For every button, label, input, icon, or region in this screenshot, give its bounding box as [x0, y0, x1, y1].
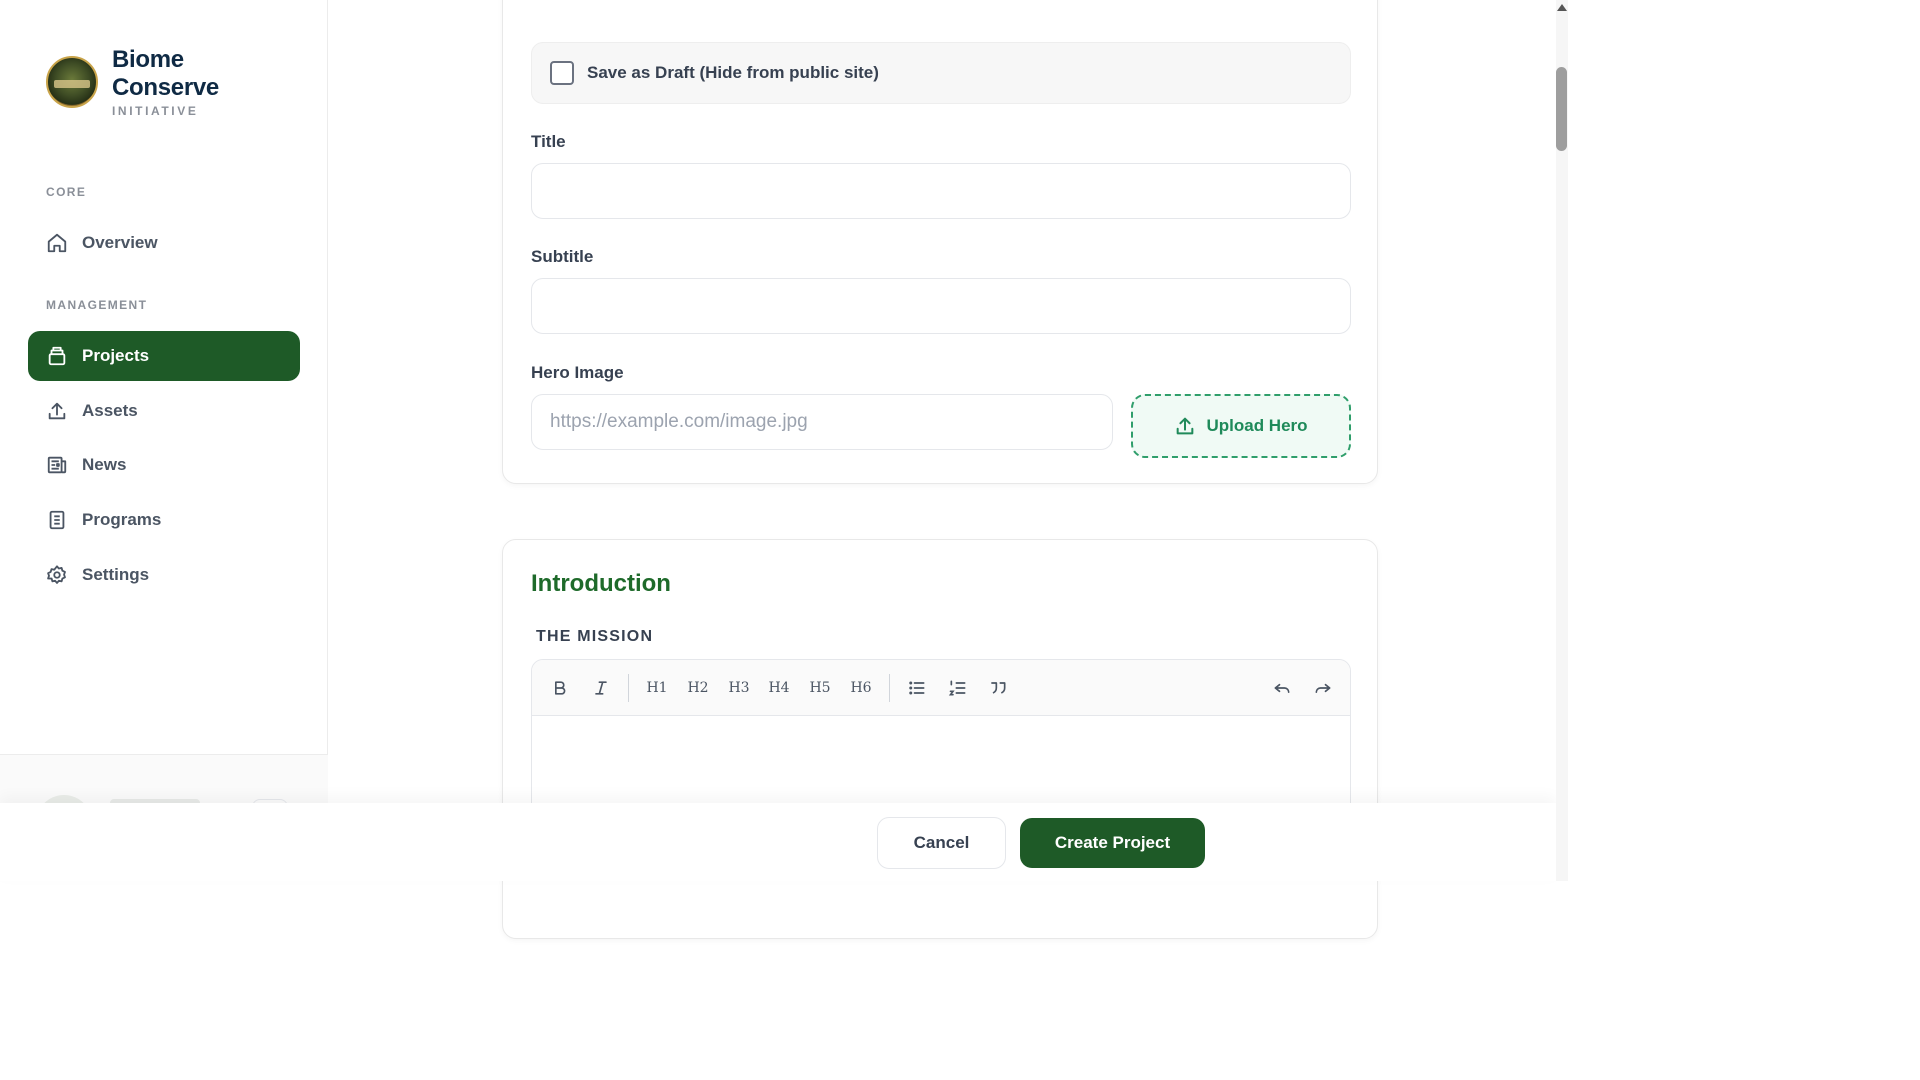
title-input[interactable]: [531, 163, 1351, 219]
introduction-heading: Introduction: [531, 570, 671, 597]
sidebar-item-overview[interactable]: Overview: [28, 218, 300, 268]
sidebar-item-projects[interactable]: Projects: [28, 331, 300, 381]
undo-button[interactable]: [1268, 674, 1296, 702]
title-label: Title: [531, 132, 566, 151]
sidebar-item-settings[interactable]: Settings: [28, 550, 300, 600]
subtitle-label: Subtitle: [531, 247, 594, 266]
sidebar-item-label: Settings: [82, 565, 150, 584]
save-as-draft-label: Save as Draft (Hide from public site): [587, 63, 879, 82]
toolbar-divider: [889, 674, 890, 702]
gear-icon: [46, 564, 68, 586]
sidebar-item-news[interactable]: News: [28, 440, 300, 490]
sidebar-item-assets[interactable]: Assets: [28, 386, 300, 436]
heading-3-button[interactable]: H3: [724, 674, 754, 702]
heading-6-button[interactable]: H6: [846, 674, 876, 702]
editor-toolbar: H1 H2 H3 H4 H5 H6: [532, 660, 1350, 716]
quote-icon: [991, 682, 1006, 694]
heading-2-button[interactable]: H2: [683, 674, 713, 702]
section-label-management: MANAGEMENT: [46, 298, 148, 312]
sidebar-item-label: News: [82, 455, 127, 474]
scrollbar-thumb[interactable]: [1556, 67, 1567, 151]
blockquote-button[interactable]: [984, 674, 1012, 702]
home-icon: [46, 232, 68, 254]
cancel-button[interactable]: Cancel: [877, 817, 1006, 869]
ordered-list-button[interactable]: [944, 674, 972, 702]
brand[interactable]: Biome Conserve INITIATIVE: [46, 46, 219, 118]
sidebar-item-label: Overview: [82, 233, 158, 252]
sidebar-item-label: Assets: [82, 401, 138, 420]
redo-button[interactable]: [1309, 674, 1337, 702]
brand-name-line2: Conserve: [112, 74, 219, 101]
subtitle-input[interactable]: [531, 278, 1351, 334]
project-details-card: Save as Draft (Hide from public site) Ti…: [502, 0, 1378, 484]
main-content: Save as Draft (Hide from public site) Ti…: [328, 0, 1556, 939]
logo: [46, 56, 98, 108]
scrollbar[interactable]: [1556, 0, 1568, 881]
brand-text: Biome Conserve INITIATIVE: [112, 46, 219, 118]
upload-hero-label: Upload Hero: [1206, 416, 1308, 435]
italic-button[interactable]: [587, 674, 615, 702]
toolbar-divider: [628, 674, 629, 702]
archive-icon: [46, 345, 68, 367]
create-project-button[interactable]: Create Project: [1020, 818, 1205, 868]
mission-label: THE MISSION: [536, 628, 654, 645]
heading-1-button[interactable]: H1: [642, 674, 672, 702]
newspaper-icon: [46, 454, 68, 476]
upload-icon: [1177, 417, 1194, 435]
sidebar-item-programs[interactable]: Programs: [28, 495, 300, 545]
save-as-draft-option[interactable]: Save as Draft (Hide from public site): [531, 42, 1351, 104]
sidebar-item-label: Programs: [82, 510, 162, 529]
upload-icon: [46, 400, 68, 422]
brand-subtitle: INITIATIVE: [112, 104, 199, 118]
heading-5-button[interactable]: H5: [805, 674, 835, 702]
bullet-list-button[interactable]: [903, 674, 931, 702]
bold-icon: [555, 681, 566, 695]
hero-image-label: Hero Image: [531, 363, 624, 382]
section-label-core: CORE: [46, 185, 87, 199]
upload-hero-button[interactable]: Upload Hero: [1131, 394, 1351, 458]
save-as-draft-checkbox[interactable]: [550, 61, 574, 85]
bold-button[interactable]: [546, 674, 574, 702]
italic-icon: [595, 681, 607, 695]
sidebar-item-label: Projects: [82, 346, 150, 365]
ordered-list-icon: [948, 680, 966, 696]
scroll-up-arrow-icon[interactable]: [1557, 4, 1567, 11]
bullet-list-icon: [909, 681, 925, 695]
form-actions-bar: Cancel Create Project: [0, 803, 1556, 881]
redo-icon: [1315, 683, 1331, 693]
heading-4-button[interactable]: H4: [764, 674, 794, 702]
document-icon: [46, 509, 68, 531]
brand-name-line1: Biome: [112, 46, 184, 73]
sidebar: Biome Conserve INITIATIVE CORE Overview …: [0, 0, 328, 881]
hero-image-url-input[interactable]: [531, 394, 1113, 450]
undo-icon: [1274, 683, 1290, 693]
